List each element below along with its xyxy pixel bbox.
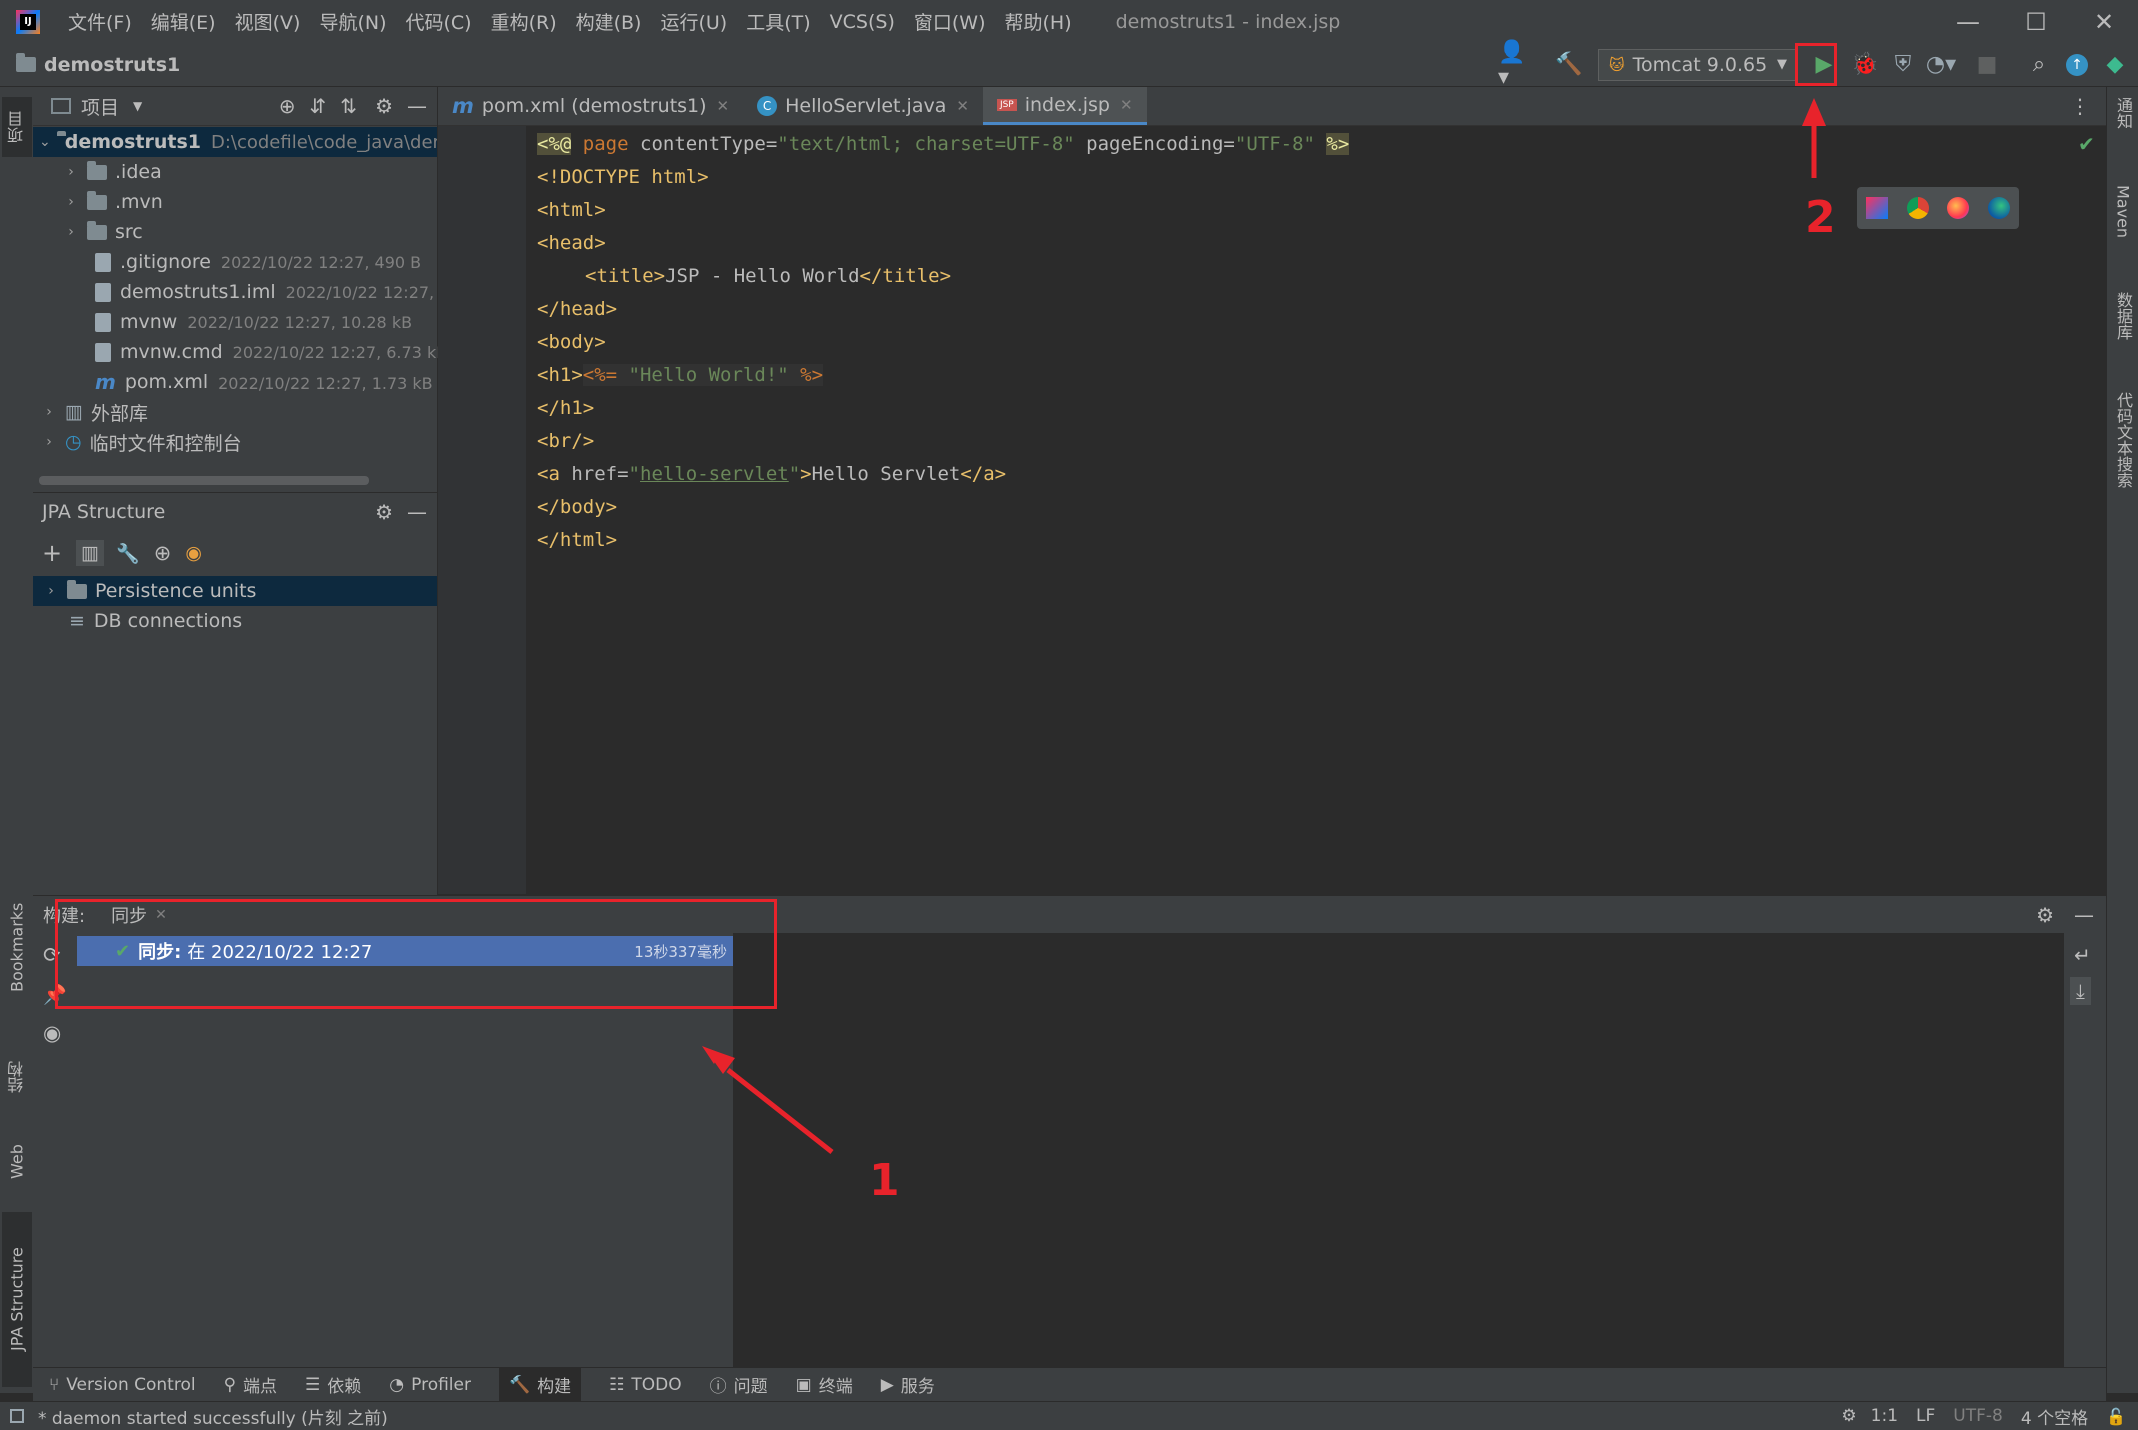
annotation-number-2: 2 — [1805, 192, 1836, 243]
annotation-number-1: 1 — [869, 1155, 900, 1206]
arrow-to-sync-result — [702, 1046, 834, 1154]
arrow-to-run-button — [1802, 98, 1826, 178]
